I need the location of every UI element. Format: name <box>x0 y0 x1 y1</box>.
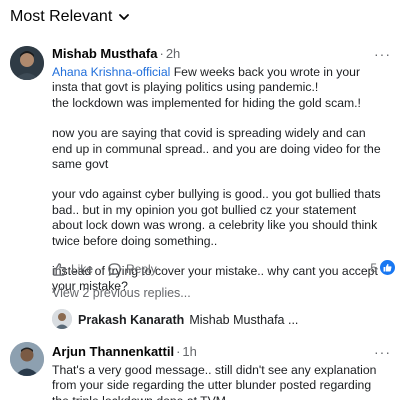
thumbs-up-icon <box>53 262 67 276</box>
separator: · <box>159 46 164 61</box>
profile-photo-icon <box>52 309 72 329</box>
like-button[interactable]: Like <box>52 262 93 277</box>
avatar[interactable] <box>10 46 44 80</box>
comment-header: Mishab Musthafa · 2h <box>52 46 397 62</box>
mention-link[interactable]: Ahana Krishna-official <box>52 65 170 79</box>
reply-label: Reply <box>126 262 157 276</box>
reply-snippet: Mishab Musthafa ... <box>189 313 299 327</box>
profile-photo-icon <box>10 46 44 80</box>
chevron-down-icon <box>119 14 130 20</box>
like-reaction-icon <box>380 260 395 275</box>
profile-photo-icon <box>10 342 44 376</box>
separator: · <box>176 344 181 359</box>
sort-label: Most Relevant <box>10 8 113 25</box>
reply-button[interactable]: Reply <box>107 262 157 277</box>
comment-header: Arjun Thannenkattil · 1h <box>52 344 397 360</box>
more-options-button[interactable]: ··· <box>374 344 391 360</box>
comment: Mishab Musthafa · 2h ··· Ahana Krishna-o… <box>52 46 397 295</box>
comment-timestamp[interactable]: 2h <box>166 46 180 62</box>
comment-author[interactable]: Mishab Musthafa <box>52 46 157 62</box>
comment-paragraph: your vdo against cyber bullying is good.… <box>52 187 381 248</box>
reaction-summary[interactable]: 5 <box>370 260 395 275</box>
comment-actions: Like Reply 5 <box>52 260 397 278</box>
sort-dropdown[interactable]: Most Relevant <box>10 8 130 26</box>
reply-author[interactable]: Prakash Kanarath <box>78 313 184 327</box>
comment-text-line: the lockdown was implemented for hiding … <box>52 95 361 110</box>
comment-timestamp[interactable]: 1h <box>182 344 196 360</box>
avatar[interactable] <box>10 342 44 376</box>
avatar[interactable] <box>52 309 72 329</box>
comment-author[interactable]: Arjun Thannenkattil <box>52 344 174 360</box>
speech-bubble-icon <box>108 262 121 276</box>
comment-text: That's a very good message.. still didn'… <box>52 363 377 400</box>
more-options-button[interactable]: ··· <box>374 46 391 62</box>
comment-paragraph: now you are saying that covid is spreadi… <box>52 126 381 172</box>
reply-preview[interactable]: Prakash Kanarath Mishab Musthafa ... <box>78 313 298 327</box>
comment: Arjun Thannenkattil · 1h ··· That's a ve… <box>52 344 397 400</box>
reaction-count: 5 <box>370 260 377 275</box>
view-previous-replies-link[interactable]: View 2 previous replies... <box>52 286 191 300</box>
like-label: Like <box>71 262 94 276</box>
